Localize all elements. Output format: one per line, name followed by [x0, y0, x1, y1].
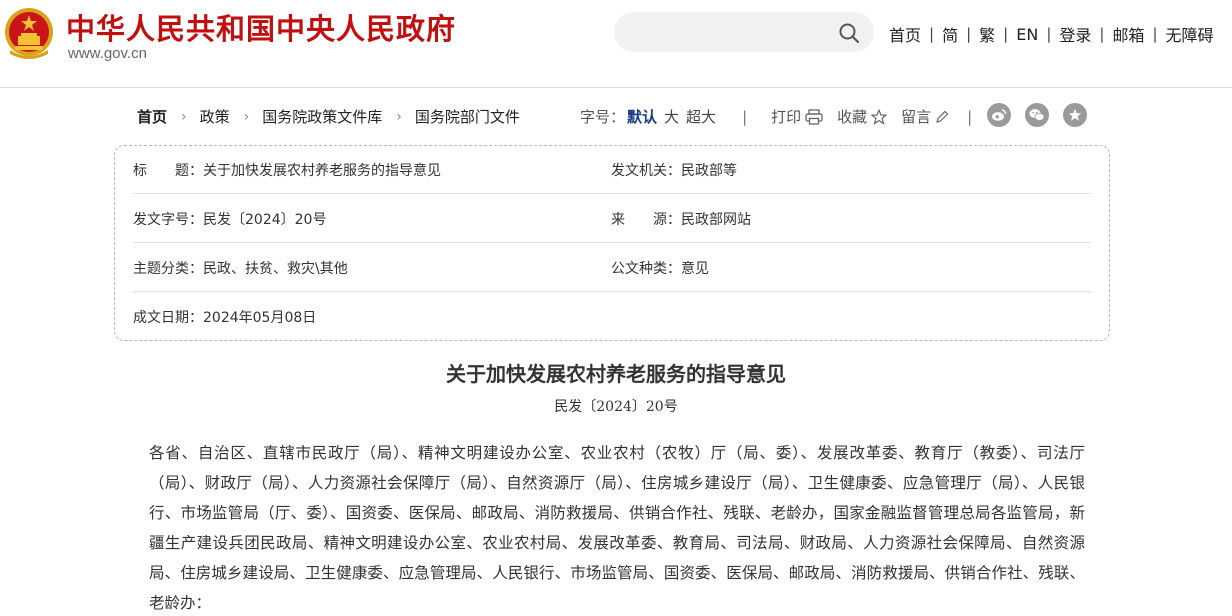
info-label: 主题分类：	[133, 261, 203, 277]
info-label: 标 题：	[133, 163, 203, 179]
nav-mail[interactable]: 邮箱	[1112, 22, 1144, 46]
info-cell-title: 标 题：关于加快发展农村养老服务的指导意见	[133, 160, 441, 180]
nav-traditional[interactable]: 繁	[979, 22, 995, 46]
print-label: 打印	[771, 108, 802, 126]
info-cell-source: 来 源：民政部网站	[611, 209, 751, 229]
info-value: 关于加快发展农村养老服务的指导意见	[203, 163, 441, 179]
nav-separator: |	[1046, 25, 1052, 43]
article-body: 各省、自治区、直辖市民政厅（局）、精神文明建设办公室、农业农村（农牧）厅（局、委…	[149, 444, 1085, 612]
info-value: 民政部网站	[681, 212, 751, 228]
top-nav: 首页 | 简 | 繁 | EN | 登录 | 邮箱 | 无障碍	[889, 22, 1214, 46]
nav-separator: |	[929, 25, 935, 43]
font-size-label: 字号：	[580, 108, 626, 126]
site-title[interactable]: 中华人民共和国中央人民政府	[66, 6, 456, 48]
breadcrumb: 首页 › 政策 › 国务院政策文件库 › 国务院部门文件	[137, 106, 520, 127]
pencil-icon	[936, 110, 949, 123]
favorite-label: 收藏	[837, 108, 868, 126]
info-value: 意见	[681, 261, 709, 277]
nav-accessibility[interactable]: 无障碍	[1166, 22, 1214, 46]
nav-separator: |	[966, 25, 972, 43]
search-box	[614, 12, 874, 52]
font-size-xlarge[interactable]: 超大	[686, 106, 716, 127]
weibo-icon[interactable]	[987, 103, 1011, 127]
nav-login[interactable]: 登录	[1059, 22, 1091, 46]
info-value: 民政部等	[681, 163, 737, 179]
chevron-right-icon: ›	[396, 108, 402, 125]
nav-separator: |	[1152, 25, 1158, 43]
font-size-default[interactable]: 默认	[627, 106, 657, 127]
info-cell-topic: 主题分类：民政、扶贫、救灾\其他	[133, 258, 348, 278]
info-label: 来 源：	[611, 212, 681, 228]
info-value: 2024年05月08日	[203, 310, 317, 326]
nav-home[interactable]: 首页	[889, 22, 921, 46]
nav-simplified[interactable]: 简	[942, 22, 958, 46]
star-share-icon[interactable]	[1063, 103, 1087, 127]
article-tools: 字号： 默认 大 超大 | 打印 收藏 留言 |	[580, 106, 984, 127]
wechat-icon[interactable]	[1025, 103, 1049, 127]
breadcrumb-policy[interactable]: 政策	[200, 106, 230, 127]
info-row: 主题分类：民政、扶贫、救灾\其他 公文种类：意见	[133, 244, 1091, 292]
printer-icon	[805, 108, 823, 125]
info-row: 成文日期：2024年05月08日	[133, 293, 1091, 341]
national-emblem-icon[interactable]	[4, 6, 54, 60]
info-value: 民发〔2024〕20号	[203, 212, 327, 228]
comment-label: 留言	[901, 108, 932, 126]
info-cell-type: 公文种类：意见	[611, 258, 709, 278]
info-label: 发文字号：	[133, 212, 203, 228]
info-label: 发文机关：	[611, 163, 681, 179]
breadcrumb-policy-library[interactable]: 国务院政策文件库	[262, 106, 382, 127]
breadcrumb-home[interactable]: 首页	[137, 106, 167, 127]
print-button[interactable]: 打印	[771, 106, 823, 127]
info-value: 民政、扶贫、救灾\其他	[203, 261, 348, 277]
font-size-large[interactable]: 大	[664, 106, 679, 127]
site-header: 中华人民共和国中央人民政府 www.gov.cn 首页 | 简 | 繁 | EN…	[0, 0, 1232, 88]
info-cell-issuer: 发文机关：民政部等	[611, 160, 737, 180]
info-row: 标 题：关于加快发展农村养老服务的指导意见 发文机关：民政部等	[133, 146, 1091, 194]
info-row: 发文字号：民发〔2024〕20号 来 源：民政部网站	[133, 195, 1091, 243]
star-icon	[871, 108, 888, 125]
info-cell-doc-number: 发文字号：民发〔2024〕20号	[133, 209, 326, 229]
chevron-right-icon: ›	[181, 108, 187, 125]
favorite-button[interactable]: 收藏	[837, 106, 888, 127]
info-label: 公文种类：	[611, 261, 681, 277]
chevron-right-icon: ›	[243, 108, 250, 125]
comment-button[interactable]: 留言	[901, 106, 949, 127]
tools-separator: |	[967, 107, 973, 126]
tools-separator: |	[742, 107, 748, 126]
article-doc-number: 民发〔2024〕20号	[554, 399, 678, 415]
nav-separator: |	[1099, 25, 1105, 43]
document-info-table: 标 题：关于加快发展农村养老服务的指导意见 发文机关：民政部等 发文字号：民发〔…	[114, 145, 1110, 341]
nav-separator: |	[1003, 25, 1009, 43]
info-cell-date: 成文日期：2024年05月08日	[133, 307, 316, 327]
site-domain: www.gov.cn	[68, 45, 147, 62]
breadcrumb-department-docs[interactable]: 国务院部门文件	[415, 106, 520, 127]
nav-english[interactable]: EN	[1016, 25, 1038, 44]
article-title: 关于加快发展农村养老服务的指导意见	[446, 362, 786, 386]
search-input[interactable]	[632, 12, 832, 52]
info-label: 成文日期：	[133, 310, 203, 326]
search-icon[interactable]	[838, 22, 860, 44]
